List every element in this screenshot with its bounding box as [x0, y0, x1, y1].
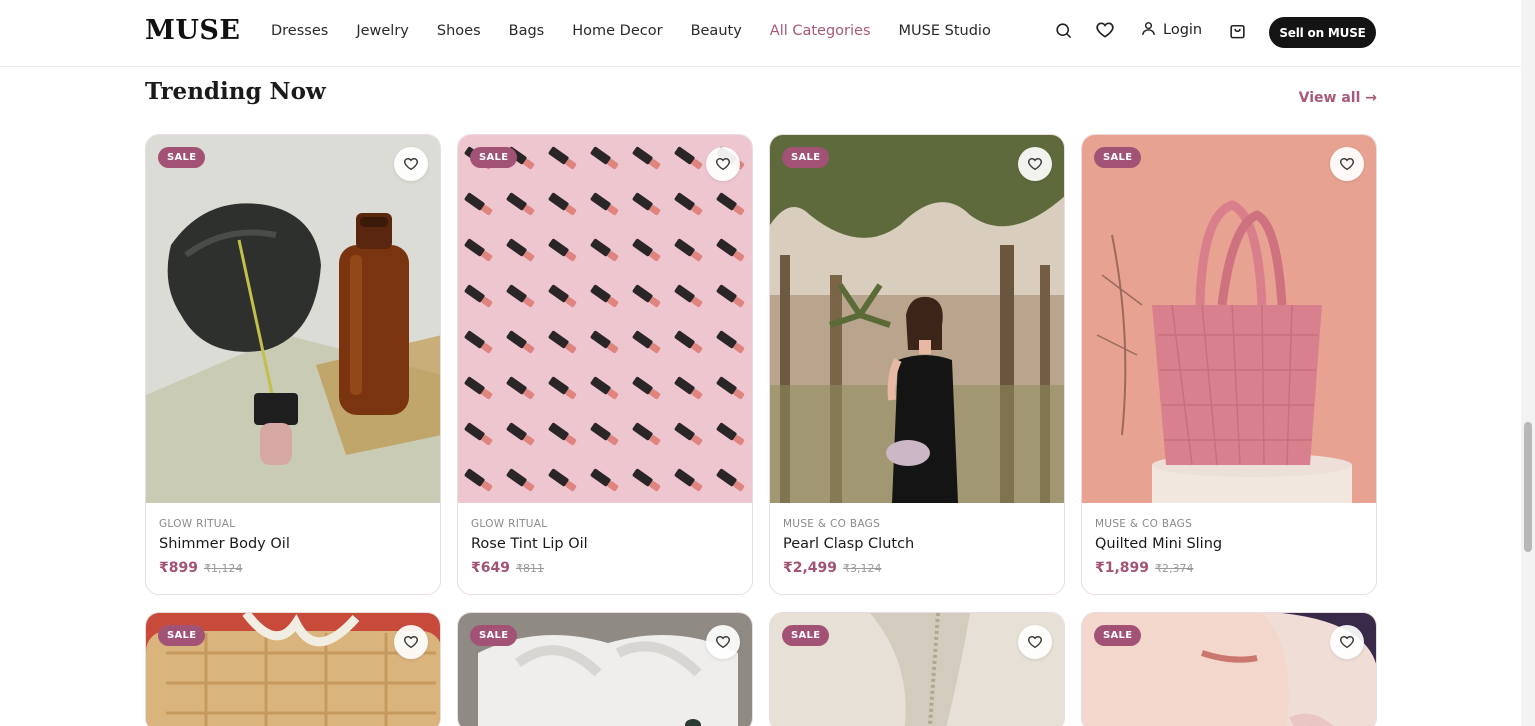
- product-card[interactable]: SALE GLOW RITUAL Rose Tint Lip Oil ₹649 …: [457, 134, 753, 595]
- product-name[interactable]: Quilted Mini Sling: [1095, 536, 1363, 552]
- heart-icon[interactable]: [1330, 147, 1364, 181]
- sale-badge: SALE: [158, 147, 206, 168]
- product-price: ₹2,499: [783, 560, 838, 576]
- product-image: [1082, 135, 1376, 503]
- sell-on-muse-button[interactable]: Sell on MUSE: [1269, 17, 1376, 48]
- nav-all-categories[interactable]: All Categories: [770, 23, 871, 39]
- product-image: [770, 135, 1064, 503]
- product-prices: ₹649 ₹811: [471, 560, 739, 576]
- product-prices: ₹2,499 ₹3,124: [783, 560, 1051, 576]
- product-card[interactable]: SALE: [457, 612, 753, 726]
- search-icon[interactable]: [1052, 19, 1074, 41]
- product-prices: ₹899 ₹1,124: [159, 560, 427, 576]
- product-brand: GLOW RITUAL: [471, 518, 548, 530]
- product-old-price: ₹2,374: [1155, 562, 1194, 575]
- logo[interactable]: MUSE: [145, 15, 241, 46]
- product-brand: MUSE & CO BAGS: [783, 518, 881, 530]
- nav-bags[interactable]: Bags: [509, 23, 545, 39]
- sale-badge: SALE: [1094, 147, 1142, 168]
- login-label: Login: [1163, 22, 1203, 38]
- product-card[interactable]: SALE MUSE & CO BAGS Quilted Mini Sling ₹…: [1081, 134, 1377, 595]
- heart-icon[interactable]: [394, 147, 428, 181]
- nav-muse-studio[interactable]: MUSE Studio: [899, 23, 991, 39]
- product-price: ₹899: [159, 560, 198, 576]
- heart-icon[interactable]: [1094, 19, 1116, 41]
- heart-icon[interactable]: [1330, 625, 1364, 659]
- product-name[interactable]: Pearl Clasp Clutch: [783, 536, 1051, 552]
- product-old-price: ₹3,124: [843, 562, 882, 575]
- main-nav: Dresses Jewelry Shoes Bags Home Decor Be…: [271, 23, 1019, 39]
- product-info: GLOW RITUAL Shimmer Body Oil ₹899 ₹1,124: [159, 518, 427, 576]
- heart-icon[interactable]: [394, 625, 428, 659]
- shopping-bag-icon[interactable]: [1226, 19, 1248, 41]
- product-brand: GLOW RITUAL: [159, 518, 236, 530]
- nav-home-decor[interactable]: Home Decor: [572, 23, 662, 39]
- product-name[interactable]: Rose Tint Lip Oil: [471, 536, 739, 552]
- scrollbar-thumb[interactable]: [1524, 422, 1532, 552]
- view-all-link[interactable]: View all →: [1299, 90, 1377, 106]
- product-name[interactable]: Shimmer Body Oil: [159, 536, 427, 552]
- heart-icon[interactable]: [706, 147, 740, 181]
- product-image: [458, 135, 752, 503]
- nav-jewelry[interactable]: Jewelry: [356, 23, 409, 39]
- sale-badge: SALE: [782, 625, 830, 646]
- nav-beauty[interactable]: Beauty: [691, 23, 742, 39]
- product-info: MUSE & CO BAGS Quilted Mini Sling ₹1,899…: [1095, 518, 1363, 576]
- product-brand: MUSE & CO BAGS: [1095, 518, 1193, 530]
- heart-icon[interactable]: [706, 625, 740, 659]
- heart-icon[interactable]: [1018, 147, 1052, 181]
- product-price: ₹1,899: [1095, 560, 1150, 576]
- product-info: GLOW RITUAL Rose Tint Lip Oil ₹649 ₹811: [471, 518, 739, 576]
- sale-badge: SALE: [470, 625, 518, 646]
- sale-badge: SALE: [470, 147, 518, 168]
- product-image: [146, 135, 440, 503]
- sale-badge: SALE: [158, 625, 206, 646]
- product-old-price: ₹811: [515, 562, 544, 575]
- nav-shoes[interactable]: Shoes: [437, 23, 481, 39]
- user-icon: [1140, 20, 1157, 41]
- product-card[interactable]: SALE: [145, 612, 441, 726]
- header-actions: Login: [1052, 19, 1248, 41]
- product-card[interactable]: SALE: [769, 612, 1065, 726]
- product-card[interactable]: SALE MUSE & CO BAGS Pearl Clasp Clutch ₹…: [769, 134, 1065, 595]
- sale-badge: SALE: [782, 147, 830, 168]
- product-prices: ₹1,899 ₹2,374: [1095, 560, 1363, 576]
- product-old-price: ₹1,124: [203, 562, 243, 575]
- product-card[interactable]: SALE: [1081, 612, 1377, 726]
- product-price: ₹649: [471, 560, 510, 576]
- product-card[interactable]: SALE GLOW RITUAL Shimmer Body Oil ₹899 ₹…: [145, 134, 441, 595]
- site-header: MUSE Dresses Jewelry Shoes Bags Home Dec…: [0, 0, 1521, 67]
- section-title: Trending Now: [145, 78, 326, 105]
- heart-icon[interactable]: [1018, 625, 1052, 659]
- product-info: MUSE & CO BAGS Pearl Clasp Clutch ₹2,499…: [783, 518, 1051, 576]
- page-scrollbar[interactable]: [1521, 0, 1535, 726]
- sale-badge: SALE: [1094, 625, 1142, 646]
- login-button[interactable]: Login: [1140, 20, 1202, 41]
- nav-dresses[interactable]: Dresses: [271, 23, 328, 39]
